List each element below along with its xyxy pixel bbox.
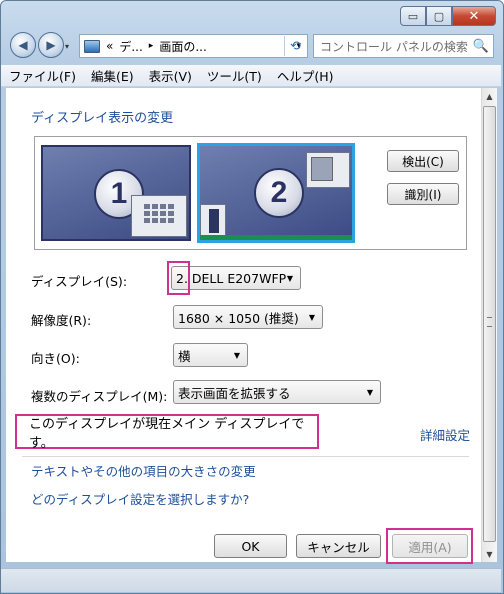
search-placeholder: コントロール パネルの検索 <box>320 39 468 54</box>
breadcrumb-separator[interactable]: ▸ <box>149 41 154 51</box>
chevron-down-icon: ▼ <box>286 273 293 283</box>
control-panel-icon <box>84 39 100 53</box>
monitor-2[interactable]: 2 <box>197 143 355 243</box>
orientation-label: 向き(O): <box>31 351 80 366</box>
breadcrumb-screen-resolution[interactable]: 画面の... <box>159 38 206 55</box>
recent-pages-dropdown[interactable]: ▾ <box>65 42 69 51</box>
main-display-text: このディスプレイが現在メイン ディスプレイです。 <box>29 416 305 451</box>
text-size-link[interactable]: テキストやその他の項目の大きさの変更 <box>31 461 256 480</box>
maximize-button[interactable]: ▢ <box>426 6 452 26</box>
refresh-button[interactable]: ⟲ <box>284 36 306 56</box>
orientation-select[interactable]: 横 ▼ <box>173 343 248 367</box>
display-number-highlight <box>167 261 190 295</box>
back-arrow-icon: ◀ <box>18 38 28 52</box>
scroll-up-icon[interactable]: ▲ <box>482 88 497 104</box>
monitor-2-window-preview <box>306 152 350 188</box>
multiple-displays-select-value: 表示画面を拡張する <box>178 385 291 401</box>
search-icon[interactable]: 🔍 <box>473 39 489 54</box>
cancel-button[interactable]: キャンセル <box>296 534 381 558</box>
scrollbar-thumb[interactable] <box>483 106 496 542</box>
title-buttons: ▭ ▢ ✕ <box>400 6 496 26</box>
vertical-scrollbar[interactable]: ▲ ▼ <box>481 88 497 562</box>
monitor-2-tower-icon <box>209 209 219 233</box>
identify-button[interactable]: 識別(I) <box>387 183 459 205</box>
monitor-2-taskbar <box>200 235 352 240</box>
advanced-settings-link[interactable]: 詳細設定 <box>420 425 470 444</box>
monitor-1-window-preview <box>131 195 187 237</box>
search-input[interactable]: コントロール パネルの検索 🔍 <box>313 34 494 58</box>
chevron-down-icon: ▼ <box>366 387 373 397</box>
detect-button[interactable]: 検出(C) <box>387 150 459 172</box>
menu-bar: ファイル(F) 編集(E) 表示(V) ツール(T) ヘルプ(H) <box>1 65 501 87</box>
menu-tools[interactable]: ツール(T) <box>207 66 262 85</box>
menu-view[interactable]: 表示(V) <box>149 66 192 85</box>
resolution-label: 解像度(R): <box>31 313 92 328</box>
monitor-1-grid-icon <box>144 204 174 223</box>
chevron-down-icon: ▼ <box>308 312 315 322</box>
address-chevron[interactable]: « <box>106 39 113 53</box>
ok-button[interactable]: OK <box>214 534 287 558</box>
close-button[interactable]: ✕ <box>452 6 496 26</box>
monitor-2-number: 2 <box>254 168 304 218</box>
breadcrumb-display[interactable]: デ... <box>119 38 142 55</box>
display-select-value: 2. DELL E207WFP <box>176 270 287 286</box>
multiple-displays-label: 複数のディスプレイ(M): <box>31 389 168 404</box>
back-button[interactable]: ◀ <box>10 32 36 58</box>
status-bar <box>1 568 501 592</box>
content-pane: ディスプレイ表示の変更 1 2 検出(C) 識別(I) ディスプレイ(S): 2… <box>6 88 481 562</box>
page-title: ディスプレイ表示の変更 <box>31 111 174 126</box>
monitor-arrangement: 1 2 検出(C) 識別(I) <box>34 136 467 250</box>
multiple-displays-select[interactable]: 表示画面を拡張する ▼ <box>173 380 381 404</box>
resolution-select-value: 1680 × 1050 (推奨) <box>178 310 299 326</box>
scroll-down-icon[interactable]: ▼ <box>482 546 497 562</box>
display-select[interactable]: 2. DELL E207WFP ▼ <box>171 266 301 290</box>
display-label: ディスプレイ(S): <box>31 274 128 289</box>
resolution-select[interactable]: 1680 × 1050 (推奨) ▼ <box>173 305 323 329</box>
minimize-button[interactable]: ▭ <box>400 6 426 26</box>
forward-button[interactable]: ▶ <box>38 32 64 58</box>
address-bar[interactable]: « デ... ▸ 画面の... ▾ <box>79 34 308 58</box>
monitor-1[interactable]: 1 <box>41 145 191 241</box>
forward-arrow-icon: ▶ <box>46 38 56 52</box>
chevron-down-icon: ▼ <box>233 350 240 360</box>
main-display-notice: このディスプレイが現在メイン ディスプレイです。 <box>15 414 319 451</box>
menu-edit[interactable]: 編集(E) <box>91 66 134 85</box>
divider <box>22 456 469 457</box>
refresh-icon: ⟲ <box>290 38 301 54</box>
menu-help[interactable]: ヘルプ(H) <box>277 66 334 85</box>
apply-highlight <box>386 528 473 564</box>
orientation-select-value: 横 <box>178 348 191 364</box>
menu-file[interactable]: ファイル(F) <box>9 66 76 85</box>
which-setting-link[interactable]: どのディスプレイ設定を選択しますか? <box>31 489 249 508</box>
monitor-2-window-image <box>311 157 333 181</box>
